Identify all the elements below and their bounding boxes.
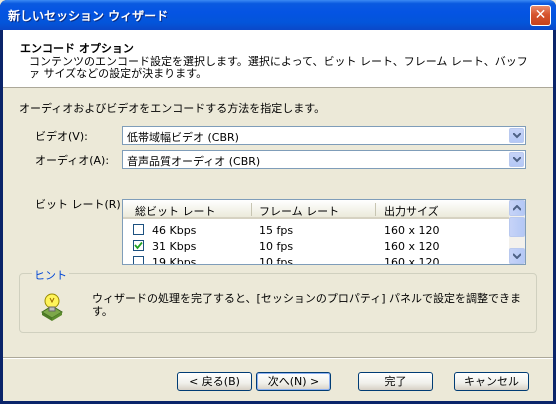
next-button[interactable]: 次へ(N) > — [256, 372, 331, 391]
checkmark-icon — [134, 241, 143, 250]
dialog-client: エンコード オプション コンテンツのエンコード設定を選択します。選択によって、ビ… — [3, 30, 553, 401]
chevron-down-icon[interactable] — [509, 128, 524, 143]
cell-total-bitrate: 19 Kbps — [152, 256, 197, 265]
cell-frame-rate: 10 fps — [259, 240, 294, 253]
hint-text: ウィザードの処理を完了すると、[セッションのプロパティ] パネルで設定を調整でき… — [92, 292, 521, 318]
listview-header: 総ビット レート フレーム レート 出力サイズ — [123, 200, 510, 219]
back-button[interactable]: < 戻る(B) — [177, 372, 252, 391]
page-title: エンコード オプション — [20, 42, 134, 55]
page-description: コンテンツのエンコード設定を選択します。選択によって、ビット レート、フレーム … — [29, 55, 528, 80]
audio-selected-value: 音声品質オーディオ (CBR) — [127, 155, 261, 168]
cell-frame-rate: 15 fps — [259, 224, 294, 237]
wizard-window: 新しいセッション ウィザード ✕ エンコード オプション コンテンツのエンコード… — [0, 0, 556, 404]
table-row[interactable]: 46 Kbps 15 fps 160 x 120 — [123, 222, 510, 238]
finish-button[interactable]: 完了 — [358, 372, 433, 391]
row-checkbox[interactable] — [133, 240, 144, 251]
lightbulb-icon — [38, 292, 66, 322]
close-icon: ✕ — [534, 7, 547, 23]
column-separator[interactable] — [375, 203, 376, 216]
window-title: 新しいセッション ウィザード — [8, 9, 169, 23]
scroll-down-button[interactable] — [509, 248, 525, 264]
cancel-button[interactable]: キャンセル — [454, 372, 529, 391]
cell-total-bitrate: 31 Kbps — [152, 240, 197, 253]
cell-output-size: 160 x 120 — [384, 224, 440, 237]
row-checkbox[interactable] — [133, 224, 144, 235]
video-combobox[interactable]: 低帯域幅ビデオ (CBR) — [122, 126, 526, 145]
close-button[interactable]: ✕ — [530, 5, 551, 26]
vertical-scrollbar[interactable] — [509, 200, 525, 264]
chevron-down-icon[interactable] — [509, 152, 524, 167]
row-checkbox[interactable] — [133, 256, 144, 264]
video-label: ビデオ(V): — [35, 130, 88, 143]
column-frame-rate[interactable]: フレーム レート — [259, 203, 339, 219]
bitrate-listview[interactable]: 総ビット レート フレーム レート 出力サイズ 46 Kbps 15 fps 1… — [122, 199, 526, 265]
audio-combobox[interactable]: 音声品質オーディオ (CBR) — [122, 150, 526, 169]
cell-output-size: 160 x 120 — [384, 240, 440, 253]
cell-total-bitrate: 46 Kbps — [152, 224, 197, 237]
scroll-thumb[interactable] — [509, 217, 525, 237]
column-separator[interactable] — [251, 203, 252, 216]
column-output-size[interactable]: 出力サイズ — [384, 203, 439, 219]
chevron-up-icon — [513, 205, 521, 211]
bitrate-label: ビット レート(R): — [35, 198, 125, 211]
chevron-down-icon — [513, 253, 521, 259]
video-selected-value: 低帯域幅ビデオ (CBR) — [127, 131, 239, 144]
cell-output-size: 160 x 120 — [384, 256, 440, 265]
column-total-bitrate[interactable]: 総ビット レート — [135, 203, 216, 219]
title-bar[interactable]: 新しいセッション ウィザード ✕ — [0, 0, 556, 30]
audio-label: オーディオ(A): — [35, 154, 110, 167]
table-row[interactable]: 19 Kbps 10 fps 160 x 120 — [123, 254, 510, 265]
scroll-up-button[interactable] — [509, 200, 525, 216]
hint-legend: ヒント — [32, 267, 69, 283]
button-divider — [3, 357, 553, 359]
table-row[interactable]: 31 Kbps 10 fps 160 x 120 — [123, 238, 510, 254]
instruction-text: オーディオおよびビデオをエンコードする方法を指定します。 — [19, 102, 326, 115]
hint-groupbox: ヒント ウィザードの処理を完了すると、[セッションのプロパティ] パネルで設定を… — [19, 267, 537, 333]
wizard-header: エンコード オプション コンテンツのエンコード設定を選択します。選択によって、ビ… — [3, 30, 553, 88]
cell-frame-rate: 10 fps — [259, 256, 294, 265]
